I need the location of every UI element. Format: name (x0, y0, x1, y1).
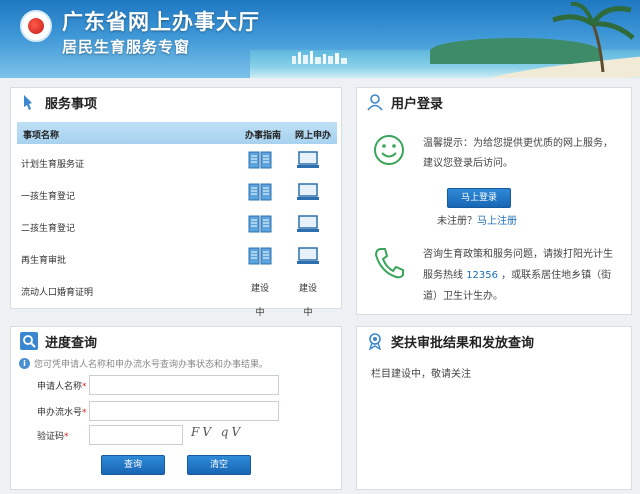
service-name: 计划生育服务证 (21, 160, 85, 170)
site-subtitle: 居民生育服务专窗 (62, 38, 191, 56)
progress-panel: 进度查询 i 您可凭申请人名称和申办流水号查询办事状态和办事结果。 申请人名称*… (10, 326, 342, 490)
book-icon[interactable] (247, 149, 273, 173)
award-title-text: 奖扶审批结果和发放查询 (391, 335, 535, 351)
guide-status-text: 建设中 (250, 284, 269, 318)
computer-icon[interactable] (295, 181, 321, 205)
service-name: 一孩生育登记 (21, 192, 76, 202)
progress-note: i 您可凭申请人名称和申办流水号查询办事状态和办事结果。 (19, 357, 268, 370)
service-name: 二孩生育登记 (21, 224, 76, 234)
service-name: 再生育审批 (21, 256, 67, 266)
user-icon (365, 92, 385, 112)
award-panel-title: 奖扶审批结果和发放查询 (357, 327, 631, 355)
consult-text: 咨询生育政策和服务问题，请拨打阳光计生 服务热线 12356 ，或联系居住地乡镇… (423, 249, 613, 302)
serial-input[interactable] (89, 401, 279, 421)
captcha-image[interactable]: FV qV (191, 425, 251, 445)
search-icon (19, 331, 39, 351)
services-panel: 服务事项 事项名称 办事指南 网上申办 计划生育服务证 一孩生育登记 二孩生育登… (10, 87, 342, 318)
banner-palm-tree (552, 2, 635, 72)
serial-label: 申办流水号* (37, 408, 87, 418)
banner-city-skyline (292, 51, 347, 64)
login-panel: 用户登录 温馨提示：为给您提供更优质的网上服务， 建议您登录后访问。 马上登录 … (356, 87, 632, 315)
computer-icon[interactable] (295, 245, 321, 269)
login-tip: 温馨提示：为给您提供更优质的网上服务， 建议您登录后访问。 (423, 138, 613, 169)
register-link[interactable]: 马上注册 (477, 216, 517, 227)
award-status-text: 栏目建设中，敬请关注 (371, 369, 471, 380)
services-table-header: 事项名称 办事指南 网上申办 (17, 122, 337, 144)
emblem-logo (20, 10, 52, 42)
service-name: 流动人口婚育证明 (21, 288, 94, 298)
table-row: 再生育审批 (17, 242, 337, 274)
login-panel-title: 用户登录 (357, 88, 631, 116)
info-icon: i (19, 358, 30, 369)
phone-icon (374, 248, 404, 279)
applicant-input[interactable] (89, 375, 279, 395)
book-icon[interactable] (247, 213, 273, 237)
computer-icon[interactable] (295, 213, 321, 237)
medal-icon (365, 331, 385, 351)
book-icon[interactable] (247, 181, 273, 205)
register-line: 未注册？马上注册 (437, 216, 517, 227)
login-title-text: 用户登录 (391, 96, 444, 112)
query-button[interactable]: 查询 (101, 455, 165, 475)
table-row: 二孩生育登记 (17, 210, 337, 242)
smiley-icon (374, 135, 404, 165)
progress-title-text: 进度查询 (45, 335, 98, 351)
captcha-input[interactable] (89, 425, 183, 445)
clear-button[interactable]: 清空 (187, 455, 251, 475)
apply-status-text: 建设中 (298, 284, 317, 318)
login-now-button[interactable]: 马上登录 (447, 188, 511, 208)
col-guide: 办事指南 (245, 131, 282, 141)
progress-panel-title: 进度查询 (11, 327, 341, 355)
services-title-text: 服务事项 (45, 96, 98, 112)
col-item-name: 事项名称 (23, 131, 60, 141)
captcha-label: 验证码* (37, 432, 69, 442)
header-banner: 广东省网上办事大厅 居民生育服务专窗 (0, 0, 640, 78)
hotline-number: 12356 (466, 270, 498, 281)
computer-icon[interactable] (295, 149, 321, 173)
applicant-label: 申请人名称* (37, 382, 87, 392)
pointer-hand-icon (19, 92, 39, 112)
col-apply-online: 网上申办 (295, 131, 332, 141)
book-icon[interactable] (247, 245, 273, 269)
site-title: 广东省网上办事大厅 (62, 10, 260, 34)
table-row: 流动人口婚育证明 建设中 建设中 (17, 274, 337, 318)
table-row: 一孩生育登记 (17, 178, 337, 210)
award-panel: 奖扶审批结果和发放查询 栏目建设中，敬请关注 (356, 326, 632, 490)
table-row: 计划生育服务证 (17, 146, 337, 178)
services-panel-title: 服务事项 (11, 88, 341, 116)
